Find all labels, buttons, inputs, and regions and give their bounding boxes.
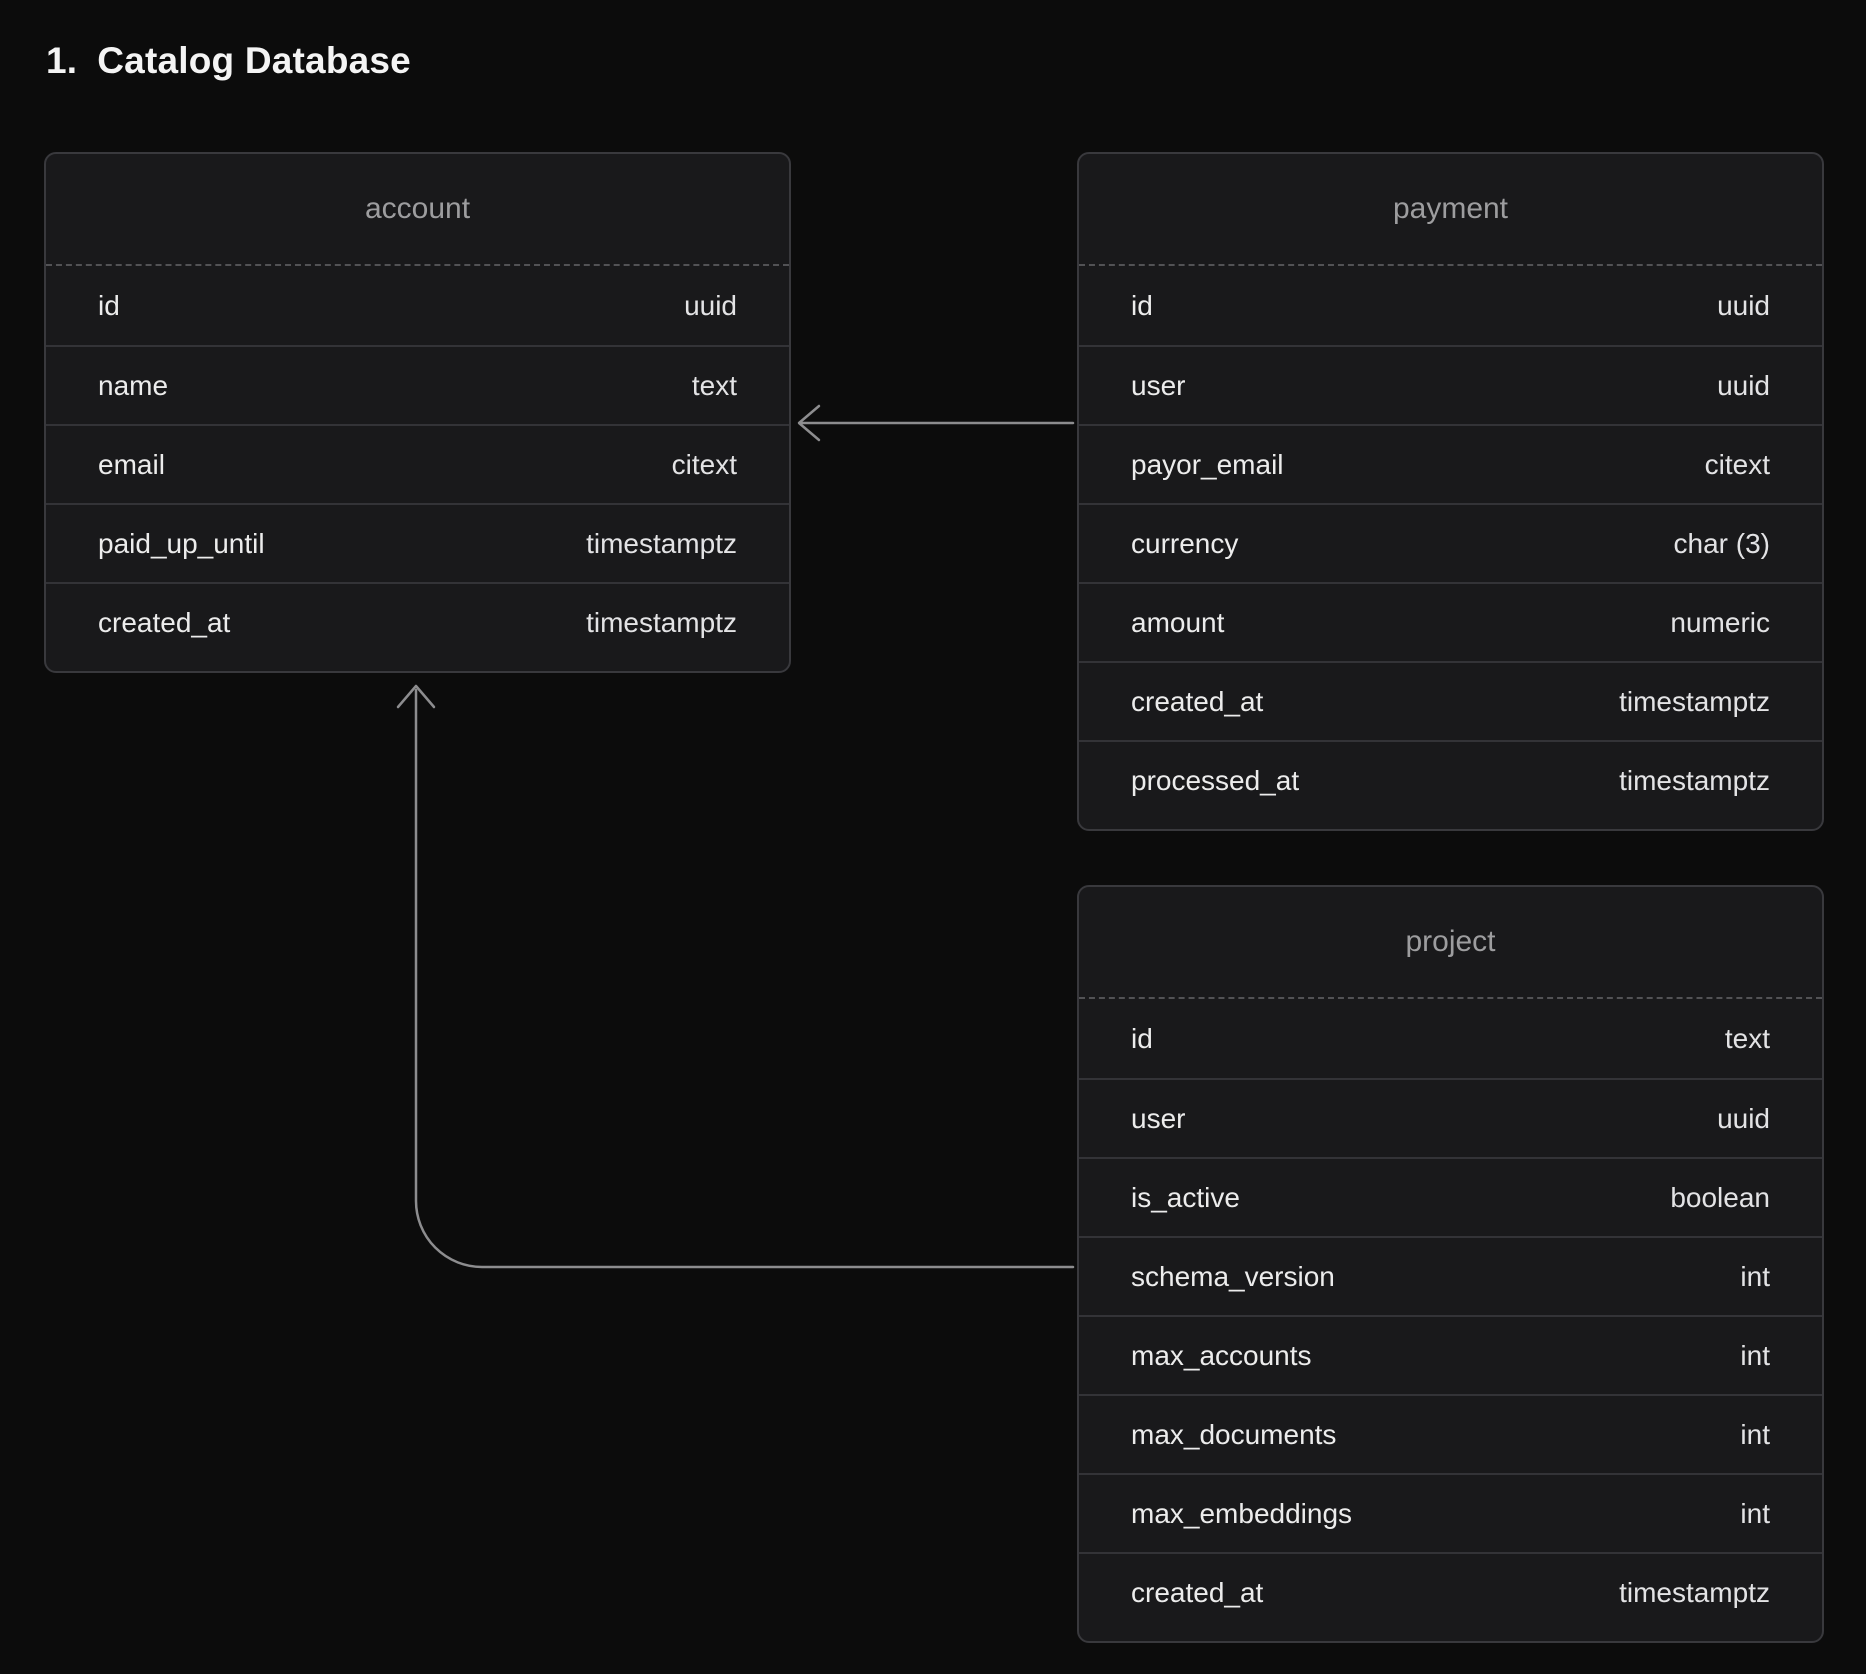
- table-project[interactable]: project id text user uuid is_active boolean sc…: [1077, 885, 1824, 1643]
- field-name: name: [98, 370, 168, 402]
- field-type: int: [1740, 1498, 1770, 1530]
- table-row: email citext: [46, 424, 789, 503]
- table-row: is_active boolean: [1079, 1157, 1822, 1236]
- field-type: int: [1740, 1419, 1770, 1451]
- field-name: created_at: [1131, 1577, 1263, 1609]
- table-row: user uuid: [1079, 345, 1822, 424]
- table-project-title: project: [1405, 925, 1495, 959]
- field-type: numeric: [1670, 607, 1770, 639]
- field-name: processed_at: [1131, 765, 1299, 797]
- table-payment-header: payment: [1079, 154, 1822, 266]
- table-row: created_at timestamptz: [1079, 1552, 1822, 1631]
- table-row: max_accounts int: [1079, 1315, 1822, 1394]
- field-name: amount: [1131, 607, 1224, 639]
- table-row: created_at timestamptz: [46, 582, 789, 661]
- field-type: timestamptz: [586, 607, 737, 639]
- table-row: paid_up_until timestamptz: [46, 503, 789, 582]
- table-account-title: account: [365, 192, 470, 226]
- field-type: timestamptz: [586, 528, 737, 560]
- field-name: user: [1131, 370, 1185, 402]
- relation-arrow-project-account: [398, 686, 1073, 1267]
- field-type: citext: [1705, 449, 1770, 481]
- field-type: boolean: [1670, 1182, 1770, 1214]
- table-row: created_at timestamptz: [1079, 661, 1822, 740]
- field-name: user: [1131, 1103, 1185, 1135]
- field-name: max_documents: [1131, 1419, 1336, 1451]
- table-row: schema_version int: [1079, 1236, 1822, 1315]
- field-name: paid_up_until: [98, 528, 265, 560]
- field-type: timestamptz: [1619, 1577, 1770, 1609]
- field-name: currency: [1131, 528, 1238, 560]
- field-type: uuid: [1717, 1103, 1770, 1135]
- table-row: payor_email citext: [1079, 424, 1822, 503]
- table-account-header: account: [46, 154, 789, 266]
- table-row: name text: [46, 345, 789, 424]
- field-name: is_active: [1131, 1182, 1240, 1214]
- field-type: uuid: [1717, 290, 1770, 322]
- table-row: id text: [1079, 999, 1822, 1078]
- table-account[interactable]: account id uuid name text email citext paid_up…: [44, 152, 791, 673]
- table-project-header: project: [1079, 887, 1822, 999]
- field-type: citext: [672, 449, 737, 481]
- field-name: max_embeddings: [1131, 1498, 1352, 1530]
- field-type: timestamptz: [1619, 686, 1770, 718]
- field-type: text: [1725, 1023, 1770, 1055]
- schema-diagram-canvas: 1. Catalog Database account id uuid name te…: [0, 0, 1866, 1674]
- table-row: processed_at timestamptz: [1079, 740, 1822, 819]
- field-name: id: [1131, 290, 1153, 322]
- field-type: uuid: [684, 290, 737, 322]
- field-name: created_at: [98, 607, 230, 639]
- table-payment-title: payment: [1393, 192, 1508, 226]
- table-row: currency char (3): [1079, 503, 1822, 582]
- field-name: email: [98, 449, 165, 481]
- field-name: id: [98, 290, 120, 322]
- field-name: schema_version: [1131, 1261, 1335, 1293]
- field-type: int: [1740, 1261, 1770, 1293]
- field-type: int: [1740, 1340, 1770, 1372]
- field-type: char (3): [1674, 528, 1770, 560]
- field-type: timestamptz: [1619, 765, 1770, 797]
- table-project-rows: id text user uuid is_active boolean schema_ver…: [1079, 999, 1822, 1631]
- field-name: created_at: [1131, 686, 1263, 718]
- table-row: user uuid: [1079, 1078, 1822, 1157]
- table-row: amount numeric: [1079, 582, 1822, 661]
- field-name: id: [1131, 1023, 1153, 1055]
- field-name: payor_email: [1131, 449, 1284, 481]
- field-name: max_accounts: [1131, 1340, 1312, 1372]
- page-title: 1. Catalog Database: [46, 40, 411, 82]
- table-payment[interactable]: payment id uuid user uuid payor_email citext c…: [1077, 152, 1824, 831]
- table-row: id uuid: [46, 266, 789, 345]
- relation-arrow-payment-account: [799, 406, 1073, 440]
- page-title-marker: 1.: [46, 40, 77, 82]
- page-title-text: Catalog Database: [97, 40, 411, 82]
- field-type: uuid: [1717, 370, 1770, 402]
- table-row: id uuid: [1079, 266, 1822, 345]
- table-account-rows: iduuidnametextemailcitextpaid_up_untilti…: [46, 266, 789, 661]
- table-row: max_embeddings int: [1079, 1473, 1822, 1552]
- table-payment-rows: iduuiduseruuidpayor_emailcitextcurrencyc…: [1079, 266, 1822, 819]
- table-row: max_documents int: [1079, 1394, 1822, 1473]
- field-type: text: [692, 370, 737, 402]
